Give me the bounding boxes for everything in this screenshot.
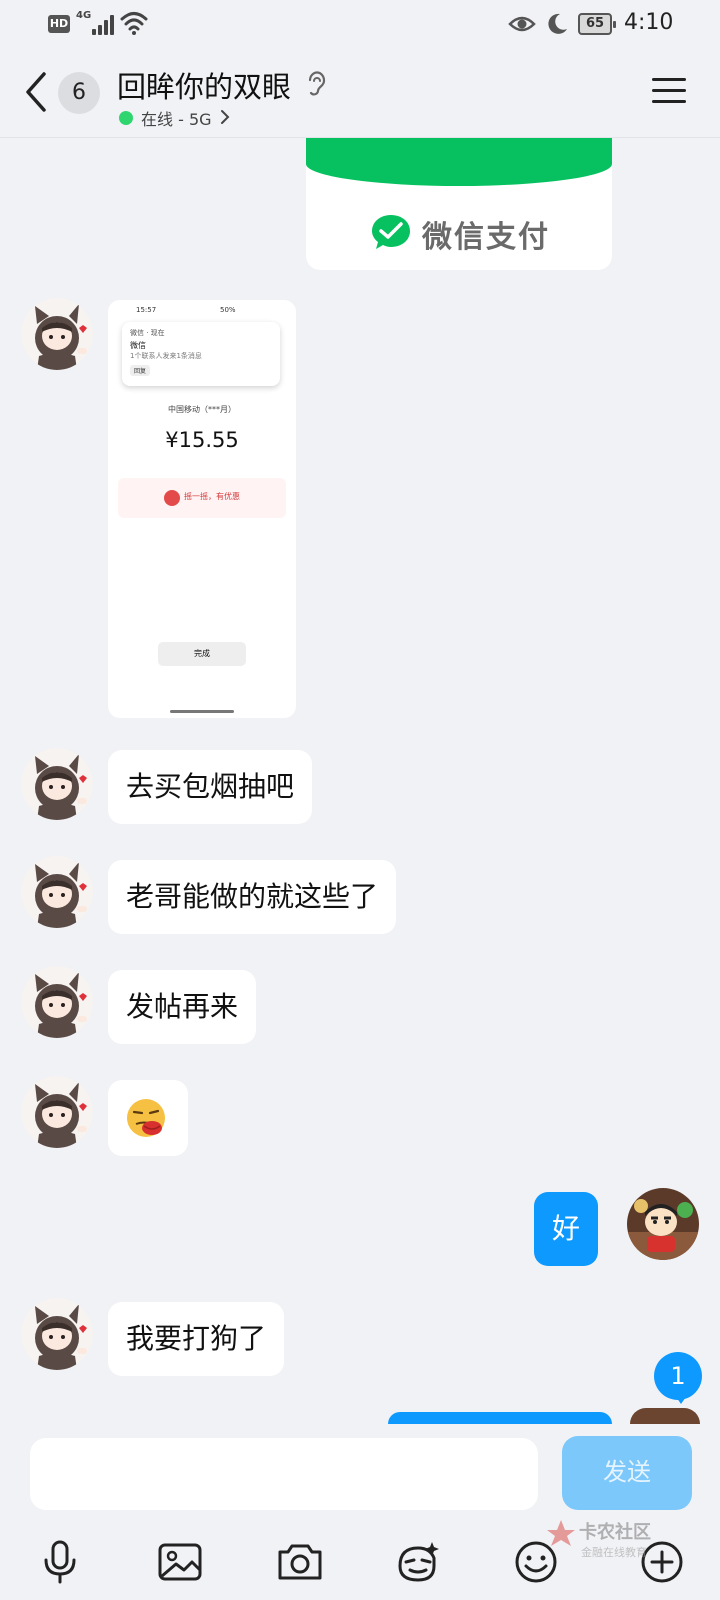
notif-body: 1个联系人发来1条消息: [130, 352, 202, 360]
input-bar: 发送 卡农社区 金融在线教育: [0, 1424, 720, 1600]
my-avatar[interactable]: [627, 1188, 699, 1260]
new-message-badge[interactable]: 1: [654, 1352, 702, 1404]
pay-card-header: [306, 138, 612, 186]
contact-avatar[interactable]: [21, 966, 93, 1038]
menu-button[interactable]: [652, 76, 688, 106]
contact-avatar[interactable]: [21, 298, 93, 370]
image-icon[interactable]: [154, 1536, 206, 1588]
signal-icon: [88, 13, 114, 35]
microphone-icon[interactable]: [34, 1536, 86, 1588]
clock: 4:10: [624, 10, 674, 35]
unread-count-badge[interactable]: 6: [58, 72, 100, 114]
promo-text: 摇一摇，有优惠: [184, 492, 240, 501]
watermark-subtitle: 金融在线教育: [581, 1546, 647, 1559]
chat-title[interactable]: 回眸你的双眼: [117, 64, 291, 106]
pay-card-label: 微信支付: [422, 220, 550, 255]
contact-avatar[interactable]: [21, 1076, 93, 1148]
sticker-message[interactable]: [108, 1080, 188, 1156]
wechat-pay-card[interactable]: 微信支付: [306, 138, 612, 270]
eye-comfort-icon: [508, 16, 536, 32]
message-bubble-incoming[interactable]: 老哥能做的就这些了: [108, 860, 397, 934]
status-bar: HD 4G 65 4:10: [0, 0, 720, 50]
message-input[interactable]: [30, 1438, 538, 1510]
contact-avatar[interactable]: [21, 1298, 93, 1370]
online-status-text[interactable]: 在线 - 5G: [141, 106, 212, 130]
watermark-title: 卡农社区: [579, 1522, 651, 1543]
screenshot-notification: 微信 · 现在 微信 1个联系人发来1条消息 回复: [122, 322, 280, 386]
cat-hood-avatar-icon: [35, 304, 87, 370]
shinchan-avatar-icon: [627, 1188, 699, 1260]
hd-badge: HD: [48, 15, 70, 33]
notif-action: 回复: [130, 365, 151, 376]
tongue-out-emoji-icon: [127, 1099, 165, 1137]
screenshot-promo-banner: 摇一摇，有优惠: [118, 478, 286, 518]
notif-source: 微信 · 现在: [130, 329, 165, 337]
online-status-dot: [119, 111, 133, 125]
screenshot-merchant: 中国移动（***月）: [168, 405, 236, 414]
promo-icon: [164, 490, 180, 506]
moon-icon: [548, 13, 567, 34]
screenshot-home-indicator: [170, 710, 234, 713]
watermark: 卡农社区 金融在线教育: [545, 1514, 685, 1570]
cat-hood-avatar-icon: [35, 1304, 87, 1370]
ear-icon[interactable]: [306, 70, 328, 98]
screenshot-done-button: 完成: [158, 642, 246, 666]
cat-hood-avatar-icon: [35, 754, 87, 820]
back-button[interactable]: [22, 70, 52, 114]
message-bubble-outgoing-partial[interactable]: [388, 1412, 612, 1424]
cat-hood-avatar-icon: [35, 862, 87, 928]
message-bubble-outgoing[interactable]: 好: [534, 1192, 599, 1266]
send-button[interactable]: 发送: [562, 1436, 692, 1510]
wechat-pay-logo-icon: [372, 215, 410, 249]
screenshot-status-battery: 50%: [220, 306, 236, 314]
chevron-right-icon[interactable]: [220, 109, 230, 125]
wifi-icon: [120, 12, 148, 35]
watermark-logo-icon: [547, 1520, 575, 1546]
notif-title: 微信: [130, 341, 146, 350]
message-bubble-incoming[interactable]: 发帖再来: [108, 970, 257, 1044]
camera-icon[interactable]: [274, 1536, 326, 1588]
chat-header: 6 回眸你的双眼 在线 - 5G: [0, 50, 720, 138]
message-bubble-incoming[interactable]: 我要打狗了: [108, 1302, 285, 1376]
screenshot-status-time: 15:57: [136, 306, 157, 314]
message-bubble-incoming[interactable]: 去买包烟抽吧: [108, 750, 313, 824]
my-avatar-partial[interactable]: [630, 1408, 700, 1424]
sticker-icon[interactable]: [392, 1536, 444, 1588]
contact-avatar[interactable]: [21, 748, 93, 820]
battery-indicator: 65: [578, 13, 616, 35]
chevron-left-icon: [26, 72, 46, 112]
screenshot-amount: ¥15.55: [165, 428, 239, 452]
cat-hood-avatar-icon: [35, 972, 87, 1038]
payment-screenshot-image[interactable]: 15:57 50% 微信 · 现在 微信 1个联系人发来1条消息 回复 中国移动…: [108, 300, 296, 718]
cat-hood-avatar-icon: [35, 1082, 87, 1148]
contact-avatar[interactable]: [21, 856, 93, 928]
